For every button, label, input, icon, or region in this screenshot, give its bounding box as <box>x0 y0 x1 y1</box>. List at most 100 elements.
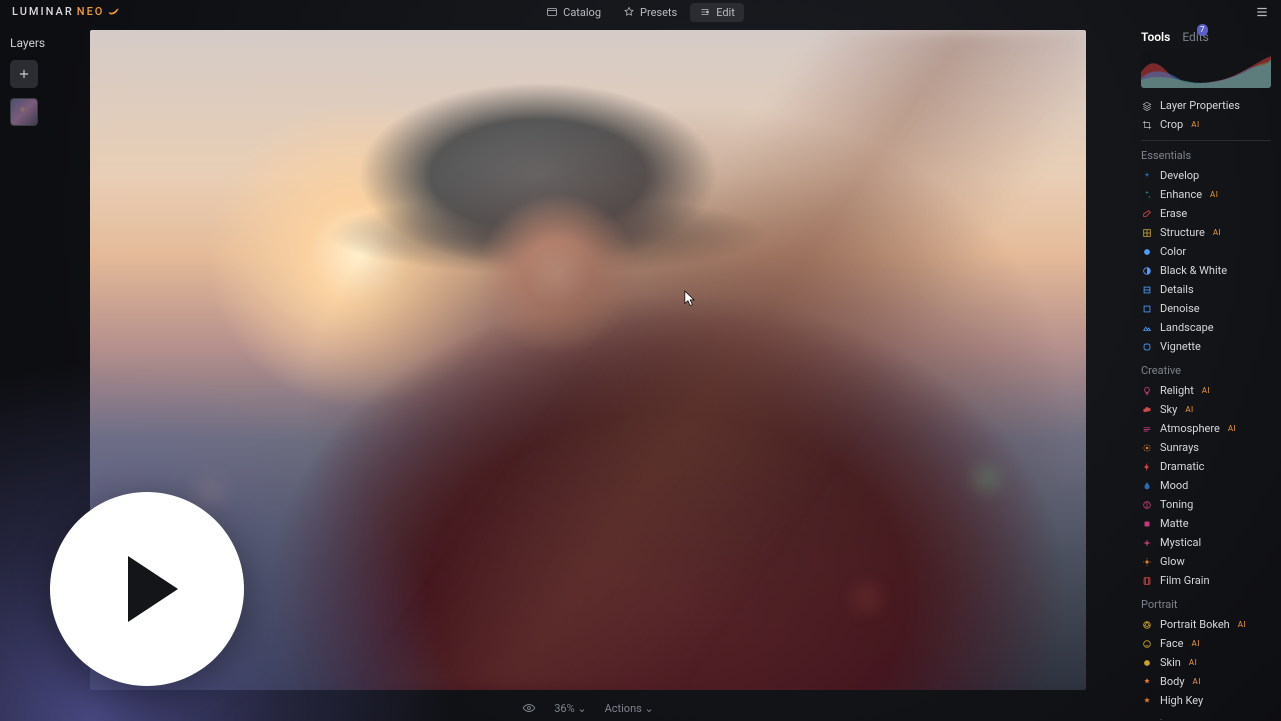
tool-label: Film Grain <box>1160 574 1210 587</box>
layer-thumbnail[interactable] <box>10 98 38 126</box>
tool-atmosphere[interactable]: AtmosphereAI <box>1141 419 1271 438</box>
ai-badge: AI <box>1228 424 1236 433</box>
tool-details[interactable]: Details <box>1141 280 1271 299</box>
body-icon <box>1141 676 1153 688</box>
crop-icon <box>1141 119 1153 131</box>
play-icon <box>123 554 183 624</box>
tool-structure[interactable]: Structure AI <box>1141 223 1271 242</box>
tool-color[interactable]: Color <box>1141 242 1271 261</box>
enhance-icon <box>1141 189 1153 201</box>
tool-sunrays[interactable]: Sunrays <box>1141 438 1271 457</box>
brand-text-right: NEO <box>77 5 105 18</box>
tool-mystical[interactable]: Mystical <box>1141 533 1271 552</box>
tool-label: Face <box>1160 637 1183 650</box>
section-header-creative: Creative <box>1141 364 1271 377</box>
histogram[interactable] <box>1141 50 1271 88</box>
ai-badge: AI <box>1238 620 1246 629</box>
app-logo: LUMINAR NEO <box>12 4 121 18</box>
main-menu-button[interactable] <box>1255 5 1269 19</box>
actions-dropdown[interactable]: Actions ⌄ <box>605 702 654 715</box>
filmgrain-icon <box>1141 575 1153 587</box>
tool-sky[interactable]: SkyAI <box>1141 400 1271 419</box>
zoom-dropdown[interactable]: 36% ⌄ <box>554 702 586 715</box>
ai-badge: AI <box>1189 658 1197 667</box>
tool-landscape[interactable]: Landscape <box>1141 318 1271 337</box>
tool-body[interactable]: BodyAI <box>1141 672 1271 691</box>
crop-row[interactable]: Crop AI <box>1141 115 1271 134</box>
tool-label: Enhance <box>1160 188 1202 201</box>
tool-label: Sky <box>1160 403 1177 416</box>
nav-presets[interactable]: Presets <box>614 3 686 22</box>
tool-label: Toning <box>1160 498 1193 511</box>
tool-dramatic[interactable]: Dramatic <box>1141 457 1271 476</box>
ai-badge: AI <box>1191 639 1199 648</box>
tool-label: Skin <box>1160 656 1181 669</box>
tool-mood[interactable]: Mood <box>1141 476 1271 495</box>
add-layer-button[interactable] <box>10 60 38 88</box>
denoise-icon <box>1141 303 1153 315</box>
tool-face[interactable]: Face AI <box>1141 634 1271 653</box>
tools-panel: 7 ToolsEdits Layer Properties Crop AI Es… <box>1131 24 1281 720</box>
toning-icon <box>1141 499 1153 511</box>
tool-matte[interactable]: Matte <box>1141 514 1271 533</box>
tool-denoise[interactable]: Denoise <box>1141 299 1271 318</box>
tool-bw[interactable]: Black & White <box>1141 261 1271 280</box>
ai-badge: AI <box>1213 228 1221 237</box>
ai-badge: AI <box>1202 386 1210 395</box>
plus-icon <box>17 67 31 81</box>
tool-toning[interactable]: Toning <box>1141 495 1271 514</box>
ai-badge: AI <box>1210 190 1218 199</box>
tool-filmgrain[interactable]: Film Grain <box>1141 571 1271 590</box>
vignette-icon <box>1141 341 1153 353</box>
nav-label: Presets <box>640 6 677 19</box>
glow-icon <box>1141 556 1153 568</box>
tool-glow[interactable]: Glow <box>1141 552 1271 571</box>
panel-tab-tools[interactable]: Tools <box>1141 30 1170 44</box>
layer-thumb-image <box>11 99 37 125</box>
tool-vignette[interactable]: Vignette <box>1141 337 1271 356</box>
tool-label: Sunrays <box>1160 441 1199 454</box>
edits-notification-badge: 7 <box>1197 24 1208 36</box>
tool-label: Mood <box>1160 479 1188 492</box>
mystical-icon <box>1141 537 1153 549</box>
relight-icon <box>1141 385 1153 397</box>
visibility-toggle[interactable] <box>522 701 536 715</box>
tool-relight[interactable]: RelightAI <box>1141 381 1271 400</box>
tool-label: Black & White <box>1160 264 1227 277</box>
tool-label: Denoise <box>1160 302 1200 315</box>
nav-catalog[interactable]: Catalog <box>537 3 610 22</box>
tool-skin[interactable]: Skin AI <box>1141 653 1271 672</box>
brand-bird-icon <box>107 4 121 18</box>
dramatic-icon <box>1141 461 1153 473</box>
develop-icon <box>1141 170 1153 182</box>
tool-bokeh[interactable]: Portrait BokehAI <box>1141 615 1271 634</box>
divider <box>1141 140 1271 141</box>
layers-header: Layers <box>10 36 80 50</box>
layer-properties-row[interactable]: Layer Properties <box>1141 96 1271 115</box>
play-video-button[interactable] <box>50 492 244 686</box>
nav-label: Edit <box>716 6 735 19</box>
top-nav: Catalog Presets Edit <box>537 3 744 22</box>
tool-highkey[interactable]: High Key <box>1141 691 1271 710</box>
matte-icon <box>1141 518 1153 530</box>
tool-label: Dramatic <box>1160 460 1204 473</box>
tool-label: Color <box>1160 245 1186 258</box>
actions-label: Actions ⌄ <box>605 702 654 715</box>
panel-tabs: 7 ToolsEdits <box>1141 30 1271 44</box>
skin-icon <box>1141 657 1153 669</box>
hamburger-icon <box>1255 5 1269 19</box>
tool-erase[interactable]: Erase <box>1141 204 1271 223</box>
layer-properties-label: Layer Properties <box>1160 99 1240 112</box>
canvas-bottom-bar: 36% ⌄ Actions ⌄ <box>90 695 1086 721</box>
tool-develop[interactable]: Develop <box>1141 166 1271 185</box>
tool-label: Glow <box>1160 555 1185 568</box>
tool-enhance[interactable]: Enhance AI <box>1141 185 1271 204</box>
bw-icon <box>1141 265 1153 277</box>
sunrays-icon <box>1141 442 1153 454</box>
tool-label: Mystical <box>1160 536 1201 549</box>
tool-label: Structure <box>1160 226 1205 239</box>
nav-edit[interactable]: Edit <box>690 3 744 22</box>
section-header-portrait: Portrait <box>1141 598 1271 611</box>
color-icon <box>1141 246 1153 258</box>
nav-label: Catalog <box>563 6 601 19</box>
